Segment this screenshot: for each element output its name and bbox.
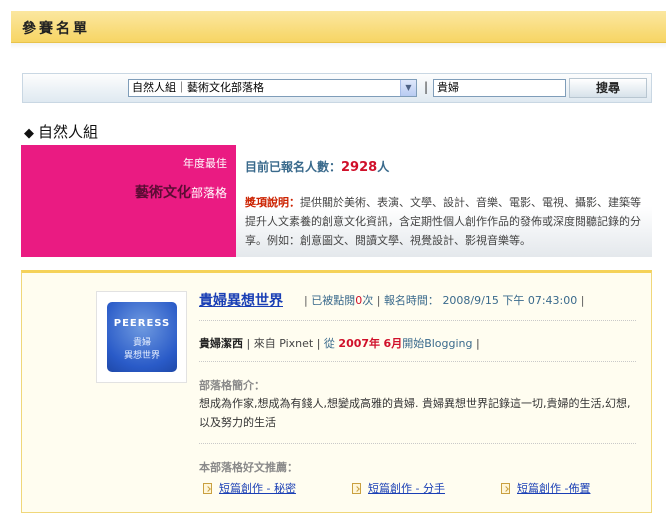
blog-title-link[interactable]: 貴婦異想世界 [199, 290, 283, 310]
since-year: 2007年 [338, 337, 381, 350]
search-bar: 自然人組｜藝術文化部落格 ▼ | 貴婦 搜尋 [22, 73, 652, 103]
document-icon [352, 483, 361, 494]
award-line1: 年度最佳 [183, 157, 227, 170]
since-prefix: 從 [323, 337, 335, 350]
search-input[interactable]: 貴婦 [433, 79, 566, 97]
document-icon [501, 483, 510, 494]
meta-separator: | [580, 294, 585, 307]
recommend-link-2[interactable]: 短篇創作 - 分手 [352, 480, 445, 496]
diamond-bullet-icon: ◆ [24, 126, 34, 141]
page-header: 參賽名單 [11, 11, 666, 43]
category-select-value: 自然人組｜藝術文化部落格 [132, 81, 264, 94]
page: 參賽名單 自然人組｜藝術文化部落格 ▼ | 貴婦 搜尋 ◆ 自然人組 年度最佳 藝… [0, 0, 666, 513]
peeress-logo: PEERESS 貴婦 異想世界 [107, 302, 177, 372]
meta-separator: | [304, 294, 308, 307]
award-category-suffix: 部落格 [190, 186, 227, 200]
recommend-link-label: 短篇創作 - 秘密 [219, 482, 296, 495]
entry-card: PEERESS 貴婦 異想世界 貴婦異想世界 | 已被點閱0次 | 報名時間： … [21, 270, 652, 513]
logo-text-2: 異想世界 [123, 351, 160, 361]
recommend-link-3[interactable]: 短篇創作 -佈置 [501, 480, 590, 496]
award-description-text: 提供關於美術、表演、文學、設計、音樂、電影、電視、攝影、建築等提升人文素養的創意… [245, 196, 641, 247]
page-title: 參賽名單 [22, 21, 90, 37]
reg-time-label: 報名時間： [383, 294, 439, 307]
intro-text: 想成為作家,想成為有錢人,想變成高雅的貴婦. 貴婦異想世界記錄這一切,貴婦的生活… [199, 397, 631, 429]
recommend-link-1[interactable]: 短篇創作 - 秘密 [203, 480, 296, 496]
count-unit: 人 [377, 160, 390, 174]
author-name: 貴婦潔西 [199, 337, 243, 350]
award-description: 獎項說明：提供關於美術、表演、文學、設計、音樂、電影、電視、攝影、建築等提升人文… [245, 193, 645, 250]
header-shadow [11, 43, 666, 49]
award-category-name: 藝術文化 [134, 185, 191, 201]
award-description-key: 獎項說明： [245, 196, 300, 209]
section-title: ◆ 自然人組 [24, 121, 98, 142]
award-line2: 藝術文化部落格 [135, 182, 227, 202]
since-month: 6月 [383, 337, 403, 350]
section-title-text: 自然人組 [38, 123, 99, 141]
author-line: 貴婦潔西 | 來自 Pixnet | 從 2007年 6月開始Blogging … [199, 335, 480, 351]
count-label: 目前已報名人數： [245, 160, 342, 174]
chevron-down-icon[interactable]: ▼ [400, 80, 416, 96]
recommend-heading: 本部落格好文推薦： [199, 461, 298, 474]
document-icon [203, 483, 212, 494]
registration-count: 目前已報名人數：2928人 [245, 158, 389, 175]
recommend-link-label: 短篇創作 - 分手 [368, 482, 445, 495]
count-value: 2928 [341, 160, 378, 175]
logo-brand: PEERESS [113, 318, 171, 329]
reg-time-value: 2008/9/15 下午 07:43:00 [442, 294, 578, 307]
search-button[interactable]: 搜尋 [569, 78, 647, 98]
category-select[interactable]: 自然人組｜藝術文化部落格 ▼ [128, 79, 417, 97]
since-suffix: 開始Blogging [402, 337, 473, 350]
award-description-panel: 目前已報名人數：2928人 獎項說明：提供關於美術、表演、文學、設計、音樂、電影… [236, 145, 652, 257]
entry-meta: | 已被點閱0次 | 報名時間： 2008/9/15 下午 07:43:00 | [304, 292, 584, 308]
divider [199, 320, 636, 321]
clicks-label: 已被點閱 [311, 294, 356, 307]
divider [199, 361, 636, 362]
award-category-box: 年度最佳 藝術文化部落格 [21, 145, 236, 257]
clicks-unit: 次 [362, 294, 374, 307]
recommend-link-label: 短篇創作 -佈置 [517, 482, 591, 495]
logo-text-1: 貴婦 [132, 338, 151, 348]
author-separator: | [476, 337, 480, 350]
blog-thumbnail[interactable]: PEERESS 貴婦 異想世界 [96, 291, 187, 383]
meta-separator: | [376, 294, 381, 307]
search-separator: | [424, 80, 429, 94]
divider [199, 443, 636, 444]
intro-heading: 部落格簡介： [199, 379, 265, 392]
source-platform: | 來自 Pixnet | [246, 337, 321, 350]
